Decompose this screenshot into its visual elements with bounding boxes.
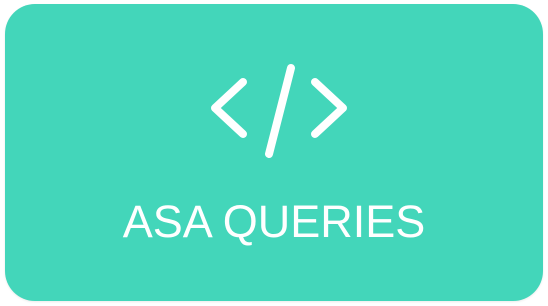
asa-queries-tile[interactable]: ASA QUERIES bbox=[5, 4, 543, 301]
tile-label: ASA QUERIES bbox=[122, 196, 426, 247]
code-icon bbox=[201, 62, 357, 158]
